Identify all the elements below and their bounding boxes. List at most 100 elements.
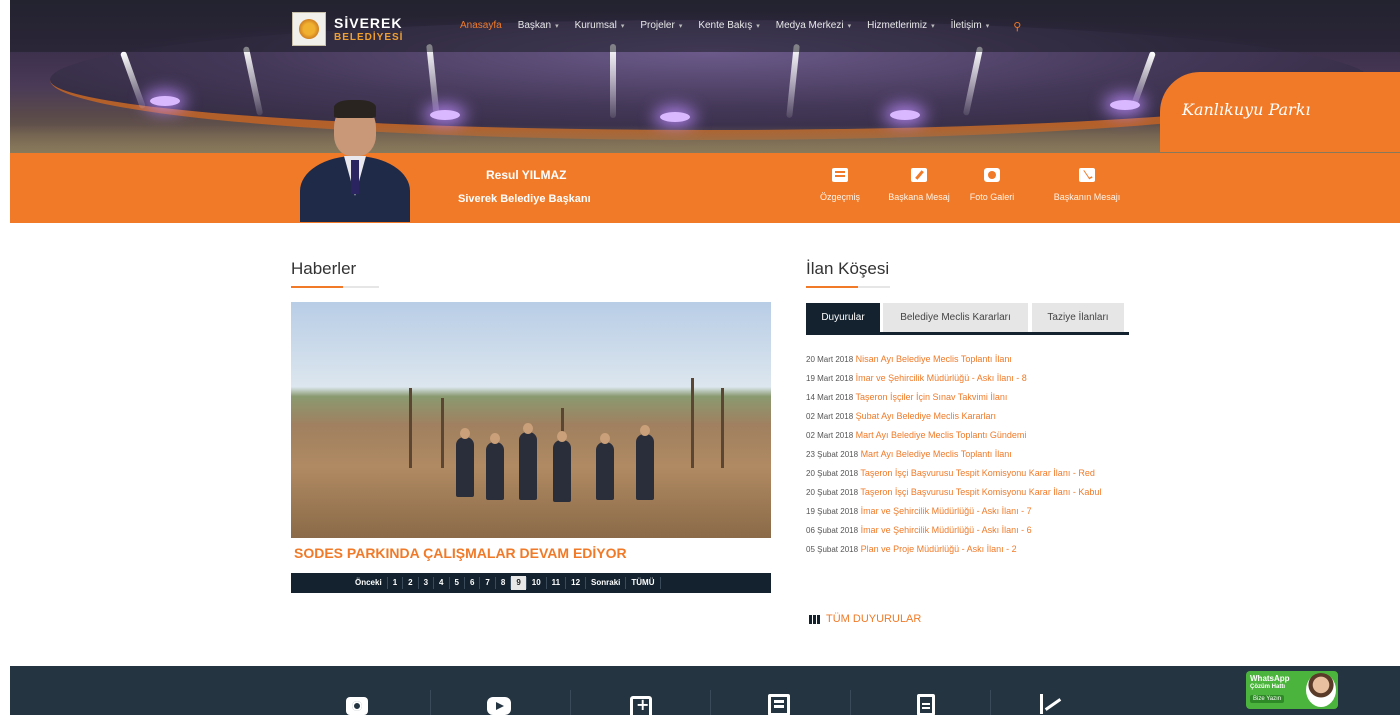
- announcement-item[interactable]: 20 Şubat 2018 Taşeron İşçi Başvurusu Tes…: [806, 464, 1132, 483]
- chevron-down-icon: ▾: [555, 23, 559, 30]
- announcement-title[interactable]: Plan ve Proje Müdürlüğü - Askı İlanı - 2: [861, 544, 1017, 554]
- announcement-title[interactable]: İmar ve Şehircilik Müdürlüğü - Askı İlan…: [856, 373, 1027, 383]
- hero-caption: Kanlıkuyu Parkı: [1182, 100, 1311, 119]
- nav-item-label: Projeler: [640, 20, 675, 31]
- announcement-title[interactable]: İmar ve Şehircilik Müdürlüğü - Askı İlan…: [861, 506, 1032, 516]
- quick-link-baskanin-mesaji[interactable]: Başkanın Mesajı: [1044, 168, 1130, 202]
- nav-item-label: Kurumsal: [574, 20, 617, 31]
- mayor-title[interactable]: Siverek Belediye Başkanı: [458, 193, 591, 205]
- announcement-item[interactable]: 02 Mart 2018 Şubat Ayı Belediye Meclis K…: [806, 407, 1132, 426]
- chevron-down-icon: ▾: [756, 23, 760, 30]
- news-photo[interactable]: [291, 302, 771, 538]
- announcement-title[interactable]: Şubat Ayı Belediye Meclis Kararları: [856, 411, 996, 421]
- pager-page-4[interactable]: 4: [434, 576, 448, 590]
- pager-next-button[interactable]: Sonraki: [586, 576, 625, 590]
- announcement-title[interactable]: Taşeron İşçi Başvurusu Tespit Komisyonu …: [860, 487, 1101, 497]
- announcement-date: 23 Şubat 2018: [806, 450, 859, 459]
- quick-link-foto-galeri[interactable]: Foto Galeri: [960, 168, 1024, 202]
- pager-prev-button[interactable]: Önceki: [350, 576, 387, 590]
- nav-item-5[interactable]: Medya Merkezi ▾: [776, 20, 851, 33]
- youtube-icon[interactable]: [487, 697, 511, 715]
- pencil-icon: [911, 168, 927, 182]
- quick-link-label: Özgeçmiş: [819, 192, 860, 202]
- announcement-date: 20 Şubat 2018: [806, 488, 859, 497]
- pager-page-5[interactable]: 5: [450, 576, 464, 590]
- tab-duyurular[interactable]: Duyurular: [806, 303, 880, 332]
- announcement-title[interactable]: Taşeron İşçi Başvurusu Tespit Komisyonu …: [860, 468, 1094, 478]
- tab-meclis-kararlari[interactable]: Belediye Meclis Kararları: [883, 303, 1028, 332]
- pager-page-12[interactable]: 12: [566, 576, 585, 590]
- pager-page-1[interactable]: 1: [388, 576, 402, 590]
- nav-item-label: Anasayfa: [460, 20, 502, 31]
- announcement-item[interactable]: 06 Şubat 2018 İmar ve Şehircilik Müdürlü…: [806, 521, 1132, 540]
- pager-page-8[interactable]: 8: [496, 576, 510, 590]
- logo-line2: BELEDİYESİ: [334, 31, 404, 43]
- nav-item-1[interactable]: Başkan ▾: [518, 20, 559, 33]
- announcement-date: 06 Şubat 2018: [806, 526, 859, 535]
- announcement-item[interactable]: 02 Mart 2018 Mart Ayı Belediye Meclis To…: [806, 426, 1132, 445]
- pager-page-11[interactable]: 11: [547, 576, 565, 590]
- pager-all-button[interactable]: TÜMÜ: [626, 576, 659, 590]
- site-logo[interactable]: SİVEREK BELEDİYESİ: [292, 12, 403, 46]
- nav-item-7[interactable]: İletişim ▾: [951, 20, 990, 33]
- mayor-name[interactable]: Resul YILMAZ: [486, 168, 566, 182]
- announcement-item[interactable]: 23 Şubat 2018 Mart Ayı Belediye Meclis T…: [806, 445, 1132, 464]
- pager-page-7[interactable]: 7: [480, 576, 494, 590]
- medical-kit-icon[interactable]: [630, 695, 652, 715]
- announcement-title[interactable]: İmar ve Şehircilik Müdürlüğü - Askı İlan…: [861, 525, 1032, 535]
- nav-item-3[interactable]: Projeler ▾: [640, 20, 682, 33]
- nav-item-label: İletişim: [950, 20, 982, 31]
- mayor-photo: [296, 100, 412, 222]
- chevron-down-icon: ▾: [620, 23, 625, 30]
- nav-item-4[interactable]: Kente Bakış ▾: [698, 20, 759, 33]
- whatsapp-button[interactable]: Bize Yazın: [1250, 695, 1285, 703]
- whatsapp-widget[interactable]: WhatsApp Çözüm Hattı Bize Yazın: [1246, 671, 1338, 709]
- hero-caption-ribbon: Kanlıkuyu Parkı: [1160, 72, 1400, 152]
- announcement-item[interactable]: 20 Şubat 2018 Taşeron İşçi Başvurusu Tes…: [806, 483, 1132, 502]
- nav-item-0[interactable]: Anasayfa: [460, 20, 502, 33]
- announcement-title[interactable]: Mart Ayı Belediye Meclis Toplantı İlanı: [861, 449, 1012, 459]
- announcement-title[interactable]: Nisan Ayı Belediye Meclis Toplantı İlanı: [856, 354, 1012, 364]
- camera-icon[interactable]: [346, 697, 368, 715]
- grid-icon: [809, 614, 820, 624]
- nav-item-6[interactable]: Hizmetlerimiz ▾: [867, 20, 935, 33]
- announcement-item[interactable]: 19 Mart 2018 İmar ve Şehircilik Müdürlüğ…: [806, 369, 1132, 388]
- announcement-title[interactable]: Mart Ayı Belediye Meclis Toplantı Gündem…: [856, 430, 1027, 440]
- pager-page-2[interactable]: 2: [403, 576, 417, 590]
- nav-item-2[interactable]: Kurumsal ▾: [575, 20, 625, 33]
- announcement-date: 14 Mart 2018: [806, 393, 854, 402]
- quick-link-ozgecmis[interactable]: Özgeçmiş: [812, 168, 868, 202]
- nav-item-label: Başkan: [517, 20, 552, 31]
- all-announcements-link[interactable]: TÜM DUYURULAR: [809, 613, 921, 625]
- document-icon[interactable]: [917, 694, 935, 715]
- pager-page-9[interactable]: 9: [511, 576, 526, 590]
- news-section-title: Haberler: [291, 259, 357, 278]
- search-icon[interactable]: ⚲: [1013, 20, 1021, 33]
- nav-item-label: Medya Merkezi: [775, 20, 844, 31]
- pager-page-3[interactable]: 3: [419, 576, 433, 590]
- logo-emblem: [292, 12, 326, 46]
- newspaper-icon[interactable]: [768, 694, 790, 715]
- support-agent-avatar: [1306, 673, 1336, 707]
- announcement-date: 19 Şubat 2018: [806, 507, 859, 516]
- announcement-item[interactable]: 20 Mart 2018 Nisan Ayı Belediye Meclis T…: [806, 350, 1132, 369]
- chart-icon[interactable]: [1040, 694, 1062, 715]
- logo-line1: SİVEREK: [334, 14, 403, 31]
- announcement-item[interactable]: 14 Mart 2018 Taşeron İşçiler İçin Sınav …: [806, 388, 1132, 407]
- quick-link-label: Başkanın Mesajı: [1053, 192, 1121, 202]
- tab-taziye-ilanlari[interactable]: Taziye İlanları: [1032, 303, 1124, 332]
- pager-page-6[interactable]: 6: [465, 576, 479, 590]
- announcement-item[interactable]: 05 Şubat 2018 Plan ve Proje Müdürlüğü - …: [806, 540, 1132, 559]
- announcement-date: 20 Şubat 2018: [806, 469, 859, 478]
- whatsapp-subtitle: Çözüm Hattı: [1250, 684, 1285, 690]
- announcement-date: 02 Mart 2018: [806, 412, 854, 421]
- announcement-title[interactable]: Taşeron İşçiler İçin Sınav Takvimi İlanı: [855, 392, 1007, 402]
- quick-link-label: Başkana Mesaj: [888, 192, 950, 202]
- book-icon: [832, 168, 848, 182]
- quick-link-baskana-mesaj[interactable]: Başkana Mesaj: [880, 168, 958, 202]
- announcements-section-title: İlan Köşesi: [806, 259, 890, 278]
- announcement-item[interactable]: 19 Şubat 2018 İmar ve Şehircilik Müdürlü…: [806, 502, 1132, 521]
- all-announcements-label: TÜM DUYURULAR: [826, 613, 922, 625]
- pager-page-10[interactable]: 10: [527, 576, 546, 590]
- news-headline[interactable]: SODES PARKINDA ÇALIŞMALAR DEVAM EDİYOR: [294, 545, 627, 561]
